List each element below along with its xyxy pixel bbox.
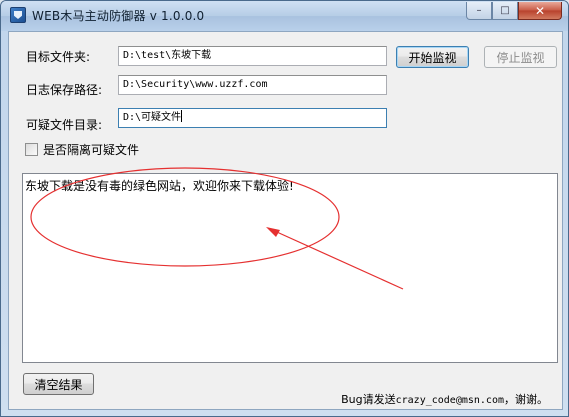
close-button[interactable]: ✕ [518, 2, 562, 20]
client-area: 目标文件夹: D:\test\东坡下载 开始监视 停止监视 日志保存路径: D:… [8, 31, 563, 410]
result-textarea[interactable]: 东坡下载是没有毒的绿色网站，欢迎你来下载体验! [22, 173, 558, 363]
suspicious-dir-value: D:\可疑文件 [123, 112, 182, 123]
window-title: WEB木马主动防御器 v 1.0.0.0 [32, 9, 205, 23]
start-monitor-button[interactable]: 开始监视 [396, 46, 469, 68]
minimize-button[interactable]: – [466, 2, 492, 20]
minimize-icon: – [476, 5, 482, 16]
log-path-input[interactable]: D:\Security\www.uzzf.com [118, 75, 387, 95]
maximize-button[interactable]: □ [492, 2, 518, 20]
log-path-label: 日志保存路径: [26, 83, 103, 97]
app-window: WEB木马主动防御器 v 1.0.0.0 – □ ✕ 目标文件夹: D:\tes… [0, 0, 569, 417]
title-bar[interactable]: WEB木马主动防御器 v 1.0.0.0 – □ ✕ [1, 1, 568, 31]
app-shield-icon [10, 7, 26, 23]
quarantine-label[interactable]: 是否隔离可疑文件 [43, 141, 139, 158]
target-dir-input[interactable]: D:\test\东坡下载 [118, 46, 387, 66]
footer-suffix: ，谢谢。 [504, 393, 548, 406]
close-icon: ✕ [534, 3, 546, 18]
footer-prefix: Bug请发送 [341, 393, 396, 406]
quarantine-checkbox[interactable] [25, 143, 38, 156]
result-text: 东坡下载是没有毒的绿色网站，欢迎你来下载体验! [25, 179, 294, 193]
stop-monitor-button[interactable]: 停止监视 [484, 46, 557, 68]
maximize-icon: □ [500, 5, 510, 16]
target-dir-label: 目标文件夹: [26, 50, 91, 64]
bug-report-note: Bug请发送crazy_code@msn.com，谢谢。 [341, 391, 548, 407]
text-caret [181, 110, 183, 122]
suspicious-dir-label: 可疑文件目录: [26, 118, 103, 132]
window-controls: – □ ✕ [466, 2, 562, 20]
suspicious-dir-input[interactable]: D:\可疑文件 [118, 108, 387, 128]
contact-email: crazy_code@msn.com [395, 395, 504, 406]
clear-results-button[interactable]: 清空结果 [23, 373, 94, 395]
